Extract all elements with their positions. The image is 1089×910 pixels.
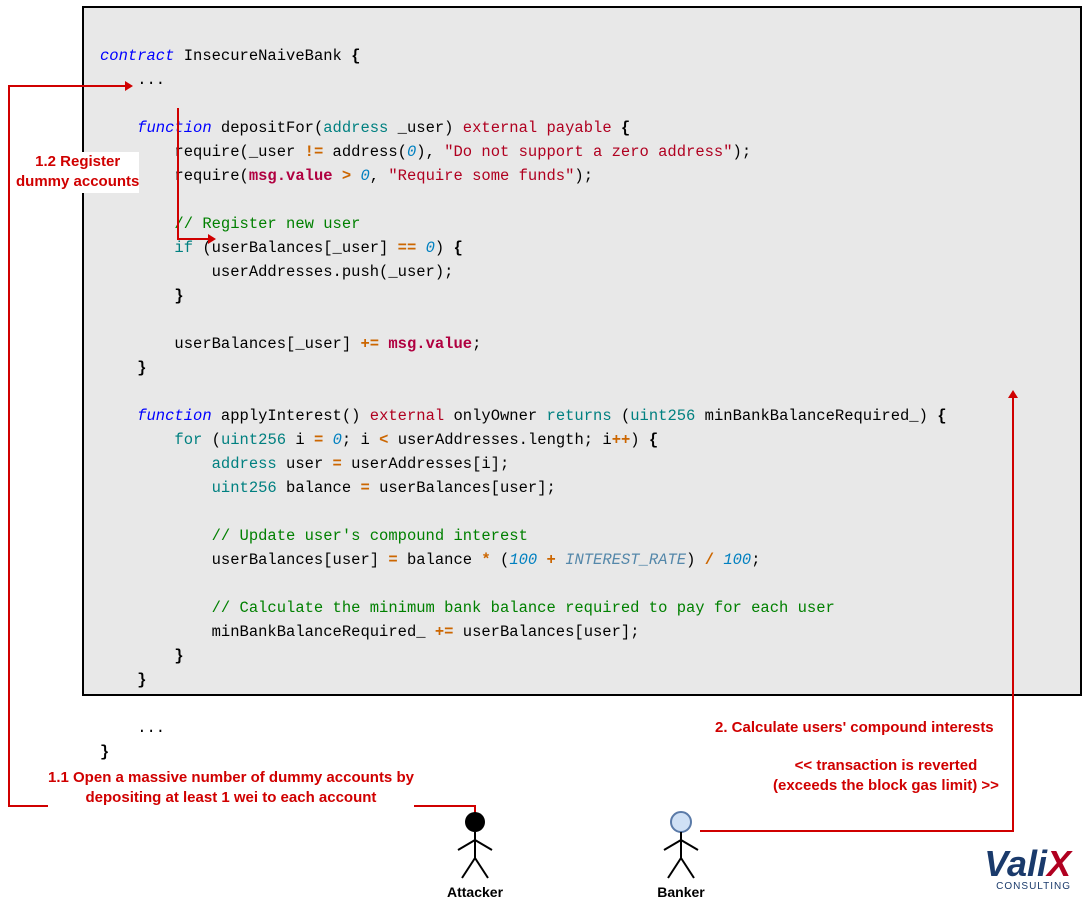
arrow-1-2-head [208, 234, 216, 244]
annotation-revert: << transaction is reverted (exceeds the … [773, 756, 999, 797]
arrow-2-v1 [1012, 398, 1014, 832]
banker-label: Banker [653, 884, 709, 900]
arrow-1-1-h2 [8, 85, 126, 87]
code-block: contract InsecureNaiveBank { ... functio… [82, 6, 1082, 696]
arrow-1-2-horiz [177, 238, 209, 240]
arrow-1-1-head [125, 81, 133, 91]
annotation-1-2: 1.2 Register dummy accounts [16, 152, 139, 193]
valix-logo: ValiX CONSULTING [984, 843, 1071, 892]
arrow-2-h1 [700, 830, 1014, 832]
arrow-2-head [1008, 390, 1018, 398]
kw-contract: contract [100, 47, 174, 65]
attacker-label: Attacker [445, 884, 505, 900]
kw-function: function [100, 119, 212, 137]
arrow-1-2-vert [177, 108, 179, 240]
arrow-1-1-v2 [8, 85, 10, 807]
banker-figure [656, 810, 706, 882]
annotation-2: 2. Calculate users' compound interests [715, 718, 994, 738]
annotation-1-1: 1.1 Open a massive number of dummy accou… [48, 768, 414, 809]
attacker-figure [450, 810, 500, 882]
